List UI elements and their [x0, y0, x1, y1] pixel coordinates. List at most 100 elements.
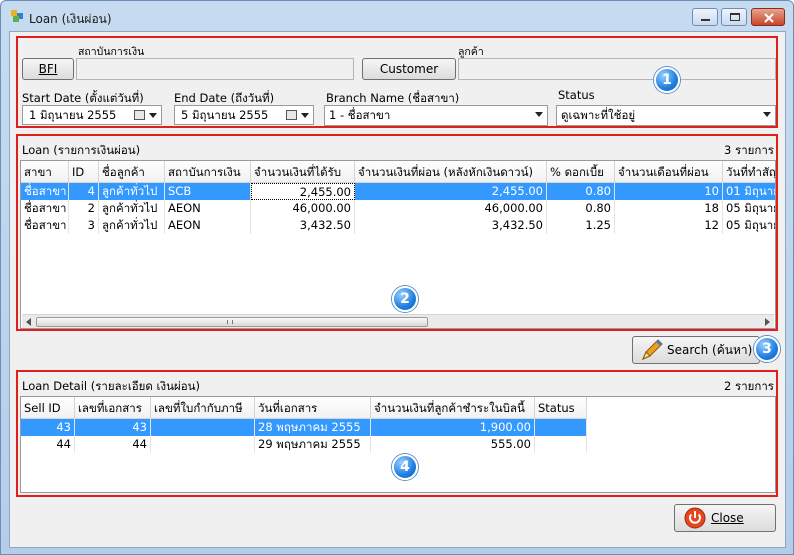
table-cell: 46,000.00 [355, 200, 547, 217]
loan-col-branch[interactable]: สาขา [21, 161, 69, 183]
table-cell: 29 พฤษภาคม 2555 [255, 436, 371, 453]
calendar-icon[interactable] [134, 110, 145, 120]
end-date-picker[interactable]: 5 มิถุนายน 2555 [174, 105, 314, 125]
customer-button-label: Customer [379, 62, 439, 76]
table-cell: 18 [615, 200, 723, 217]
pencil-icon [642, 339, 663, 360]
loan-col-contract-date[interactable]: วันที่ทำสัญญา [723, 161, 775, 183]
close-window-button[interactable] [751, 8, 785, 26]
callout-badge-1: 1 [654, 67, 680, 93]
table-cell: 43 [21, 419, 75, 436]
loan-detail-count: 2 รายการ [724, 379, 774, 393]
table-cell: ชื่อสาขา [21, 200, 69, 217]
table-cell: AEON [165, 217, 251, 234]
loan-detail-panel: Loan Detail (รายละเอียด เงินผ่อน) 2 รายก… [16, 370, 778, 497]
close-icon [764, 13, 774, 23]
detail-col-tax-invoice[interactable]: เลขที่ใบกำกับภาษี [151, 397, 255, 419]
table-cell: 3,432.50 [355, 217, 547, 234]
table-cell [151, 419, 255, 436]
table-cell: 2 [69, 200, 99, 217]
table-cell: 10 [615, 183, 723, 200]
detail-grid-header: Sell ID เลขที่เอกสาร เลขที่ใบกำกับภาษี ว… [21, 397, 587, 419]
close-button-label: Close [711, 511, 744, 525]
table-cell: 555.00 [371, 436, 535, 453]
title-bar: Loan (เงินผ่อน) [1, 1, 793, 31]
detail-col-sell-id[interactable]: Sell ID [21, 397, 75, 419]
start-date-picker[interactable]: 1 มิถุนายน 2555 [22, 105, 162, 125]
table-cell: 05 มิถุนายน [723, 200, 775, 217]
loan-detail-title: Loan Detail (รายละเอียด เงินผ่อน) [22, 379, 200, 393]
scroll-left-icon[interactable] [26, 318, 31, 326]
search-button[interactable]: Search (ค้นหา) [632, 336, 760, 364]
callout-badge-3: 3 [754, 336, 780, 362]
loan-title: Loan (รายการเงินผ่อน) [22, 143, 141, 157]
loan-count: 3 รายการ [724, 143, 774, 157]
loan-horizontal-scrollbar[interactable] [22, 314, 774, 328]
callout-badge-4: 4 [392, 454, 418, 480]
loan-col-installment[interactable]: จำนวนเงินที่ผ่อน (หลังหักเงินดาวน์) [355, 161, 547, 183]
table-row[interactable]: ชื่อสาขา 2 ลูกค้าทั่วไป AEON 46,000.00 4… [21, 200, 775, 217]
table-cell: 2,455.00 [251, 183, 355, 200]
table-cell: 05 มิถุนายน [723, 217, 775, 234]
app-icon [11, 10, 23, 22]
loan-window: Loan (เงินผ่อน) สถาบันการเงิน BFI ลูกค้า… [0, 0, 794, 555]
loan-col-id[interactable]: ID [69, 161, 99, 183]
detail-col-amount[interactable]: จำนวนเงินที่ลูกค้าชำระในบิลนี้ [371, 397, 535, 419]
bfi-textbox[interactable] [76, 58, 354, 80]
table-cell: ชื่อสาขา [21, 217, 69, 234]
loan-scroll-thumb[interactable] [36, 317, 428, 327]
table-row[interactable]: ชื่อสาขา 4 ลูกค้าทั่วไป SCB 2,455.00 2,4… [21, 183, 775, 200]
grip-icon [227, 320, 233, 324]
chevron-down-icon[interactable] [149, 113, 157, 118]
table-cell: 4 [69, 183, 99, 200]
table-row[interactable]: ชื่อสาขา 3 ลูกค้าทั่วไป AEON 3,432.50 3,… [21, 217, 775, 234]
loan-col-customer[interactable]: ชื่อลูกค้า [99, 161, 165, 183]
calendar-icon[interactable] [286, 110, 297, 120]
callout-badge-2: 2 [392, 286, 418, 312]
table-cell: 01 มิถุนายน [723, 183, 775, 200]
table-cell: 3,432.50 [251, 217, 355, 234]
table-row[interactable]: 44 44 29 พฤษภาคม 2555 555.00 [21, 436, 587, 453]
table-cell: AEON [165, 200, 251, 217]
detail-col-status[interactable]: Status [535, 397, 587, 419]
power-icon [684, 507, 706, 529]
loan-col-received[interactable]: จำนวนเงินที่ได้รับ [251, 161, 355, 183]
status-label: Status [558, 88, 595, 102]
table-cell: 12 [615, 217, 723, 234]
status-combobox[interactable]: ดูเฉพาะที่ใช้อยู่ [556, 105, 776, 126]
table-cell: 28 พฤษภาคม 2555 [255, 419, 371, 436]
loan-col-months[interactable]: จำนวนเดือนที่ผ่อน [615, 161, 723, 183]
table-cell: SCB [165, 183, 251, 200]
detail-col-doc-date[interactable]: วันที่เอกสาร [255, 397, 371, 419]
table-cell: 43 [75, 419, 151, 436]
table-cell: 0.80 [547, 183, 615, 200]
table-cell [535, 436, 587, 453]
status-value: ดูเฉพาะที่ใช้อยู่ [561, 108, 636, 122]
start-date-value: 1 มิถุนายน 2555 [29, 108, 117, 122]
branch-combobox[interactable]: 1 - ชื่อสาขา [324, 105, 548, 126]
chevron-down-icon[interactable] [535, 112, 543, 117]
scroll-right-icon[interactable] [765, 318, 770, 326]
table-cell: 2,455.00 [355, 183, 547, 200]
bfi-button[interactable]: BFI [22, 58, 74, 80]
table-cell: ชื่อสาขา [21, 183, 69, 200]
chevron-down-icon[interactable] [763, 112, 771, 117]
close-button[interactable]: Close [674, 504, 776, 532]
branch-value: 1 - ชื่อสาขา [329, 108, 391, 122]
loan-col-interest[interactable]: % ดอกเบี้ย [547, 161, 615, 183]
minimize-button[interactable] [692, 8, 718, 26]
table-cell [535, 419, 587, 436]
window-title: Loan (เงินผ่อน) [29, 12, 112, 26]
detail-col-doc-no[interactable]: เลขที่เอกสาร [75, 397, 151, 419]
table-row[interactable]: 43 43 28 พฤษภาคม 2555 1,900.00 [21, 419, 587, 436]
customer-button[interactable]: Customer [362, 58, 456, 80]
customer-textbox[interactable] [458, 58, 776, 80]
maximize-button[interactable] [721, 8, 747, 26]
table-cell: ลูกค้าทั่วไป [99, 183, 165, 200]
loan-col-bfi[interactable]: สถาบันการเงิน [165, 161, 251, 183]
table-cell: 3 [69, 217, 99, 234]
chevron-down-icon[interactable] [301, 113, 309, 118]
table-cell: 1.25 [547, 217, 615, 234]
maximize-icon [730, 13, 740, 21]
table-cell: ลูกค้าทั่วไป [99, 200, 165, 217]
